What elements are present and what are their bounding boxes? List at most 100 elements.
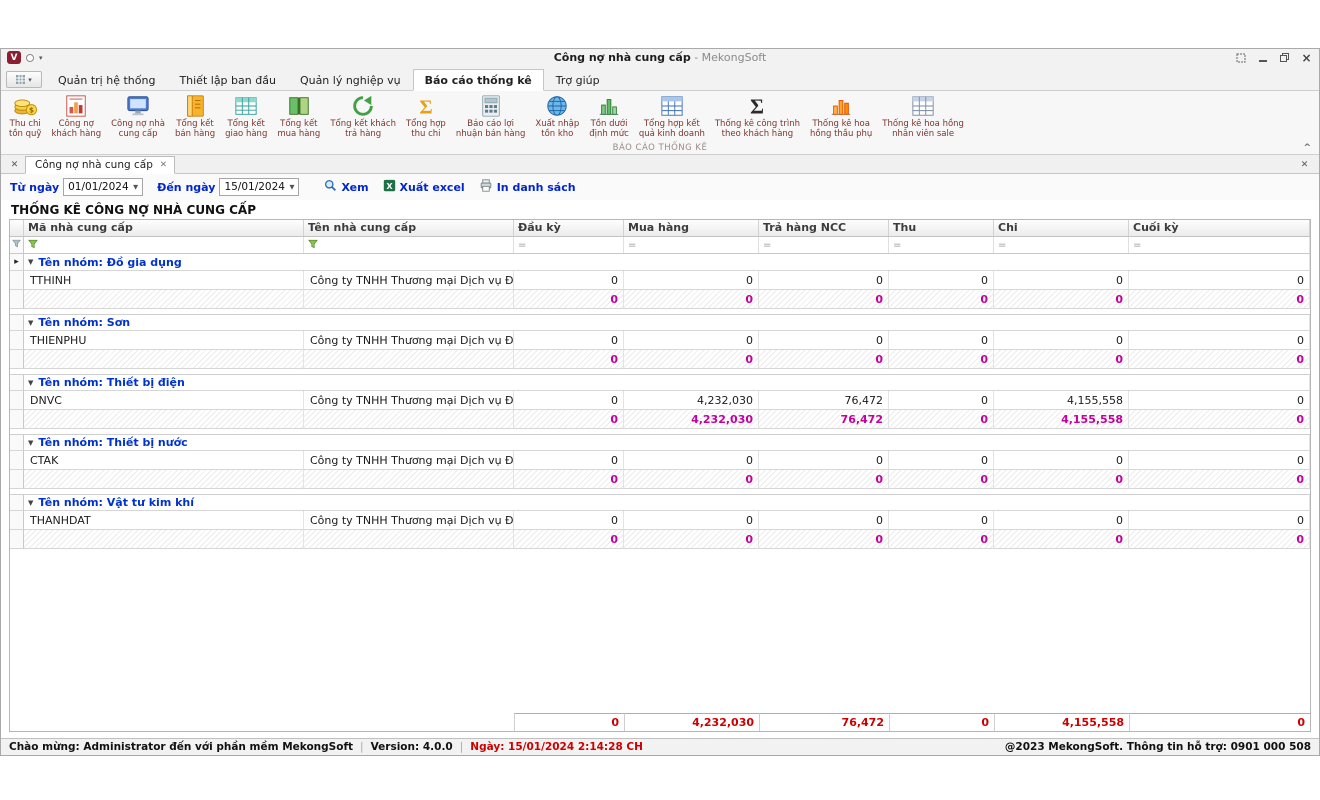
value-cell[interactable]: 0 [514,271,624,290]
ribbon-button[interactable]: $Thu chitồn quỹ [4,93,46,143]
view-button[interactable]: Xem [317,177,375,197]
ribbon-button[interactable]: Thống kê hoahồng thầu phụ [805,93,877,143]
application-menu-button[interactable]: ▾ [6,71,42,88]
value-cell[interactable]: 0 [624,271,759,290]
column-header[interactable]: Thu [889,220,994,236]
supplier-name-cell[interactable]: Công ty TNHH Thương mại Dịch vụ Điện nướ… [304,511,514,530]
value-cell[interactable]: 0 [889,331,994,350]
ribbon-button[interactable]: ΣTổng hợpthu chi [401,93,451,143]
value-cell[interactable]: 0 [1129,271,1310,290]
from-date-picker[interactable]: ▼ [63,178,143,196]
filter-cell[interactable]: = [514,237,624,253]
value-cell[interactable]: 0 [514,451,624,470]
supplier-name-cell[interactable]: Công ty TNHH Thương mại Dịch vụ Điện nướ… [304,331,514,350]
value-cell[interactable]: 0 [1129,451,1310,470]
table-row[interactable]: TTHINHCông ty TNHH Thương mại Dịch vụ Đi… [10,271,1310,290]
supplier-name-cell[interactable]: Công ty TNHH Thương mại Dịch vụ Điện nướ… [304,271,514,290]
ribbon-button[interactable]: Tổng kếtmua hàng [272,93,325,143]
value-cell[interactable]: 0 [514,331,624,350]
document-tab-active[interactable]: Công nợ nhà cung cấp ✕ [25,156,175,174]
ribbon-button[interactable]: Xuất nhậptồn kho [530,93,584,143]
value-cell[interactable]: 0 [759,511,889,530]
table-row[interactable]: THIENPHUCông ty TNHH Thương mại Dịch vụ … [10,331,1310,350]
column-header[interactable]: Chi [994,220,1129,236]
ribbon-button[interactable]: Tổng kếtbán hàng [170,93,220,143]
value-cell[interactable]: 0 [994,451,1129,470]
value-cell[interactable]: 0 [889,511,994,530]
ribbon-tab[interactable]: Trợ giúp [544,69,612,91]
ribbon-button[interactable]: Tổng hợp kếtquả kinh doanh [634,93,710,143]
ribbon-tab[interactable]: Báo cáo thống kê [413,69,544,91]
supplier-code-cell[interactable]: CTAK [24,451,304,470]
column-header[interactable]: Mã nhà cung cấp [24,220,304,236]
value-cell[interactable]: 0 [514,511,624,530]
value-cell[interactable]: 0 [994,271,1129,290]
value-cell[interactable]: 0 [889,391,994,410]
value-cell[interactable]: 0 [1129,511,1310,530]
group-header-cell[interactable]: ▼Tên nhóm: Sơn [24,315,1310,331]
column-header[interactable]: Tên nhà cung cấp [304,220,514,236]
print-list-button[interactable]: In danh sách [472,177,583,197]
value-cell[interactable]: 0 [1129,391,1310,410]
value-cell[interactable]: 0 [994,511,1129,530]
collapse-arrow-icon[interactable]: ▼ [28,499,33,507]
close-document-icon[interactable]: ✕ [7,157,22,172]
value-cell[interactable]: 0 [994,331,1129,350]
to-date-dropdown-icon[interactable]: ▼ [285,183,298,191]
group-row[interactable]: ▸▼Tên nhóm: Đồ gia dụng [10,254,1310,271]
ribbon-button[interactable]: Tồn dướiđịnh mức [584,93,634,143]
collapse-arrow-icon[interactable]: ▼ [28,258,33,266]
to-date-picker[interactable]: ▼ [219,178,299,196]
group-header-cell[interactable]: ▼Tên nhóm: Đồ gia dụng [24,254,1310,271]
supplier-name-cell[interactable]: Công ty TNHH Thương mại Dịch vụ Điện nướ… [304,391,514,410]
supplier-code-cell[interactable]: THIENPHU [24,331,304,350]
column-header[interactable]: Cuối kỳ [1129,220,1310,236]
value-cell[interactable]: 4,232,030 [624,391,759,410]
value-cell[interactable]: 0 [514,391,624,410]
ribbon-tab[interactable]: Quản trị hệ thống [46,69,167,91]
filter-cell[interactable] [304,237,514,253]
collapse-arrow-icon[interactable]: ▼ [28,379,33,387]
close-all-icon[interactable]: ✕ [1297,157,1312,172]
value-cell[interactable]: 0 [759,271,889,290]
collapse-arrow-icon[interactable]: ▼ [28,319,33,327]
group-header-cell[interactable]: ▼Tên nhóm: Thiết bị điện [24,375,1310,391]
value-cell[interactable]: 76,472 [759,391,889,410]
supplier-code-cell[interactable]: THANHDAT [24,511,304,530]
restore-button[interactable] [1278,51,1291,64]
filter-row-indicator[interactable] [10,237,24,253]
filter-cell[interactable]: = [759,237,889,253]
to-date-input[interactable] [220,181,285,193]
value-cell[interactable]: 0 [624,451,759,470]
value-cell[interactable]: 0 [624,331,759,350]
ribbon-button[interactable]: Công nợkhách hàng [46,93,106,143]
filter-cell[interactable] [24,237,304,253]
filter-funnel-icon[interactable] [28,239,38,252]
filter-cell[interactable]: = [1129,237,1310,253]
filter-cell[interactable]: = [889,237,994,253]
ribbon-button[interactable]: Tổng kết kháchtrả hàng [325,93,401,143]
ribbon-collapse-icon[interactable]: ^ [1303,143,1311,153]
collapse-arrow-icon[interactable]: ▼ [28,439,33,447]
group-header-cell[interactable]: ▼Tên nhóm: Thiết bị nước [24,435,1310,451]
fullscreen-button[interactable] [1234,51,1247,64]
value-cell[interactable]: 0 [889,451,994,470]
ribbon-tab[interactable]: Thiết lập ban đầu [167,69,288,91]
ribbon-button[interactable]: Thống kê hoa hồngnhân viên sale [877,93,969,143]
group-header-cell[interactable]: ▼Tên nhóm: Vật tư kim khí [24,495,1310,511]
supplier-code-cell[interactable]: DNVC [24,391,304,410]
filter-cell[interactable]: = [624,237,759,253]
filter-funnel-icon[interactable] [308,239,318,252]
column-header[interactable]: Đầu kỳ [514,220,624,236]
ribbon-button[interactable]: ΣThống kê công trìnhtheo khách hàng [710,93,805,143]
column-header[interactable]: Mua hàng [624,220,759,236]
export-excel-button[interactable]: X Xuất excel [376,177,472,197]
close-icon[interactable]: × [1300,51,1313,64]
ribbon-tab[interactable]: Quản lý nghiệp vụ [288,69,413,91]
group-row[interactable]: ▼Tên nhóm: Thiết bị nước [10,434,1310,451]
column-header[interactable]: Trả hàng NCC [759,220,889,236]
group-row[interactable]: ▼Tên nhóm: Vật tư kim khí [10,494,1310,511]
value-cell[interactable]: 0 [759,331,889,350]
table-row[interactable]: CTAKCông ty TNHH Thương mại Dịch vụ Điện… [10,451,1310,470]
qat-circle-icon[interactable] [26,54,34,62]
